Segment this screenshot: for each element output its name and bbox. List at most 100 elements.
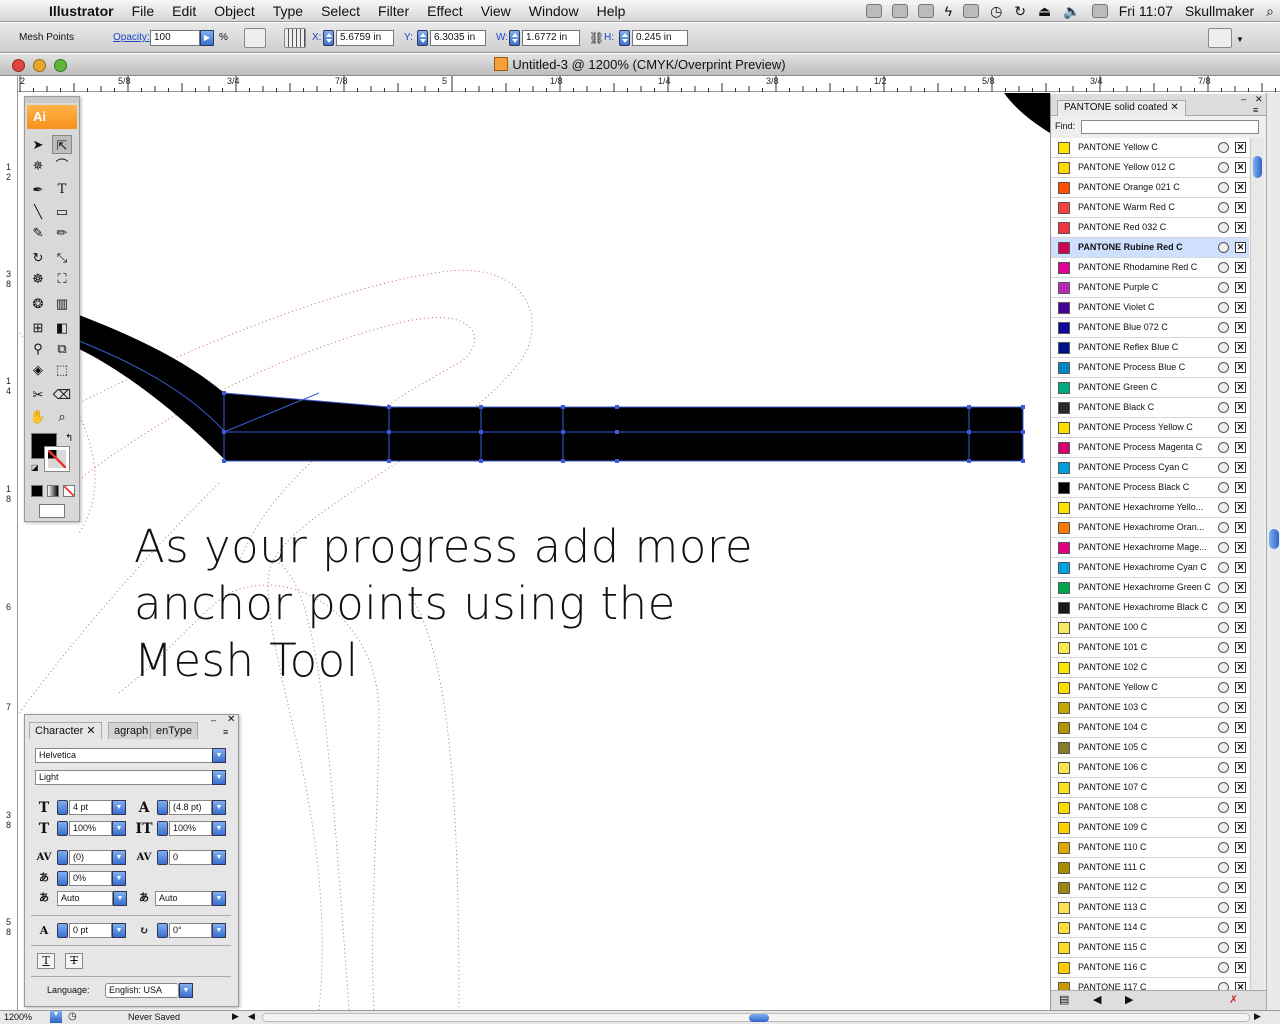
baseline-shift-input[interactable]: 0 pt [69, 923, 112, 938]
swatch-row[interactable]: PANTONE Yellow C ✕ [1051, 678, 1249, 698]
horizontal-scale-input[interactable]: 100% [69, 821, 112, 836]
zoom-dropdown-button[interactable]: ▼ [50, 1011, 62, 1023]
horizontal-scroll-thumb[interactable] [749, 1014, 769, 1022]
zoom-level-field[interactable]: 1200% [4, 1012, 32, 1022]
swatch-row[interactable]: PANTONE Rubine Red C ✕ [1051, 238, 1249, 258]
menu-select[interactable]: Select [312, 0, 369, 22]
swatch-row[interactable]: PANTONE Reflex Blue C ✕ [1051, 338, 1249, 358]
opacity-input[interactable]: 100 [150, 30, 200, 46]
swatch-row[interactable]: PANTONE Hexachrome Cyan C ✕ [1051, 558, 1249, 578]
mesh-tool-icon[interactable]: ⊞ [28, 318, 48, 337]
swatch-row[interactable]: PANTONE Process Magenta C ✕ [1051, 438, 1249, 458]
language-dropdown[interactable]: ▼ [179, 983, 193, 998]
menu-window[interactable]: Window [520, 0, 588, 22]
default-fill-stroke-icon[interactable]: ◪ [31, 463, 39, 472]
strikethrough-button[interactable]: T [65, 953, 83, 969]
color-mode-icon[interactable] [31, 485, 43, 497]
lasso-tool-icon[interactable]: ⌒ [52, 156, 72, 175]
vertical-scale-dropdown[interactable]: ▼ [212, 821, 226, 836]
menu-effect[interactable]: Effect [418, 0, 472, 22]
vertical-ruler[interactable]: 1 2 3 8 1 4 1 8 6 7 3 8 5 8 [0, 76, 18, 1011]
font-size-dropdown[interactable]: ▼ [112, 800, 126, 815]
swatch-row[interactable]: PANTONE Blue 072 C ✕ [1051, 318, 1249, 338]
swatch-row[interactable]: PANTONE 101 C ✕ [1051, 638, 1249, 658]
menu-object[interactable]: Object [205, 0, 263, 22]
font-family-field[interactable]: Helvetica [35, 748, 213, 763]
swatch-row[interactable]: PANTONE Purple C ✕ [1051, 278, 1249, 298]
kerning-dropdown[interactable]: ▼ [112, 850, 126, 865]
volume-icon[interactable]: 🔈 [1057, 3, 1086, 20]
x-stepper[interactable] [323, 30, 334, 46]
close-panel-icon[interactable]: ✕ [1255, 94, 1263, 105]
swatch-row[interactable]: PANTONE Hexachrome Green C ✕ [1051, 578, 1249, 598]
menu-clock[interactable]: Fri 11:07 [1113, 3, 1179, 19]
close-tab-icon[interactable]: ✕ [1170, 102, 1178, 113]
horizontal-ruler[interactable]: 2 5/8 3/4 7/8 5 1/8 1/4 3/8 1/2 5/8 3/4 … [18, 76, 1280, 92]
swatch-row[interactable]: PANTONE 103 C ✕ [1051, 698, 1249, 718]
eject-icon[interactable]: ⏏ [1032, 3, 1057, 20]
gradient-tool-icon[interactable]: ◧ [52, 318, 72, 337]
panel-menu-icon[interactable]: ≡ [223, 727, 228, 737]
tab-pantone-solid-coated[interactable]: PANTONE solid coated ✕ [1057, 100, 1186, 116]
swatch-row[interactable]: PANTONE 108 C ✕ [1051, 798, 1249, 818]
leading-input[interactable]: (4.8 pt) [169, 800, 212, 815]
horizontal-scale-stepper[interactable] [57, 821, 68, 836]
kerning-input[interactable]: (0) [69, 850, 112, 865]
swatch-library-menu-icon[interactable]: ▤ [1059, 993, 1069, 1006]
h-stepper[interactable] [619, 30, 630, 46]
horizontal-scrollbar[interactable] [262, 1013, 1250, 1022]
menu-user[interactable]: Skullmaker [1179, 3, 1260, 19]
aki-left-field[interactable]: Auto [57, 891, 113, 906]
warp-tool-icon[interactable]: ☸ [28, 269, 48, 288]
pen-tool-icon[interactable]: ✒ [28, 180, 48, 199]
free-transform-tool-icon[interactable]: ⛶ [52, 269, 72, 288]
swatch-row[interactable]: PANTONE 109 C ✕ [1051, 818, 1249, 838]
swatch-row[interactable]: PANTONE 110 C ✕ [1051, 838, 1249, 858]
pencil-tool-icon[interactable]: ✏ [52, 223, 72, 242]
swatch-row[interactable]: PANTONE Hexachrome Black C ✕ [1051, 598, 1249, 618]
swatch-row[interactable]: PANTONE 106 C ✕ [1051, 758, 1249, 778]
aki-right-field[interactable]: Auto [155, 891, 212, 906]
swatch-row[interactable]: PANTONE Hexachrome Yello... ✕ [1051, 498, 1249, 518]
swatch-row[interactable]: PANTONE 100 C ✕ [1051, 618, 1249, 638]
swatch-row[interactable]: PANTONE Process Blue C ✕ [1051, 358, 1249, 378]
swatch-row[interactable]: PANTONE Hexachrome Oran... ✕ [1051, 518, 1249, 538]
spaces-icon[interactable] [963, 4, 980, 18]
swatch-row[interactable]: PANTONE Process Cyan C ✕ [1051, 458, 1249, 478]
screen-mode-icon[interactable] [39, 504, 65, 518]
font-family-dropdown[interactable]: ▼ [212, 748, 226, 763]
tracking-dropdown[interactable]: ▼ [212, 850, 226, 865]
panel-drag-handle[interactable] [25, 97, 79, 103]
font-size-stepper[interactable] [57, 800, 68, 815]
menu-extra-icon[interactable] [891, 4, 908, 18]
hand-tool-icon[interactable]: ✋ [28, 407, 48, 426]
next-library-icon[interactable]: ▶ [1125, 993, 1133, 1006]
language-select[interactable]: English: USA [105, 983, 179, 998]
stroke-color-swatch[interactable] [44, 446, 70, 472]
close-panel-icon[interactable]: ✕ [227, 714, 235, 725]
underline-button[interactable]: T [37, 953, 55, 969]
direct-selection-tool-icon[interactable]: ⇱ [52, 135, 72, 154]
paintbrush-tool-icon[interactable]: ✎ [28, 223, 48, 242]
find-input[interactable] [1081, 120, 1259, 134]
swatch-row[interactable]: PANTONE 114 C ✕ [1051, 918, 1249, 938]
vertical-scale-input[interactable]: 100% [169, 821, 212, 836]
leading-dropdown[interactable]: ▼ [212, 800, 226, 815]
minimize-window-button[interactable] [33, 59, 46, 72]
menu-filter[interactable]: Filter [369, 0, 418, 22]
swatch-row[interactable]: PANTONE Black C ✕ [1051, 398, 1249, 418]
baseline-shift-dropdown[interactable]: ▼ [112, 923, 126, 938]
panel-menu-icon[interactable]: ≡ [1253, 105, 1258, 115]
tab-opentype[interactable]: enType [150, 722, 199, 739]
swatch-row[interactable]: PANTONE Process Black C ✕ [1051, 478, 1249, 498]
bolt-icon[interactable]: ϟ [939, 3, 958, 19]
swatch-row[interactable]: PANTONE Violet C ✕ [1051, 298, 1249, 318]
eyedropper-tool-icon[interactable]: ⚲ [28, 339, 48, 358]
rectangle-tool-icon[interactable]: ▭ [52, 202, 72, 221]
y-input[interactable]: 6.3035 in [430, 30, 486, 46]
swatch-row[interactable]: PANTONE 102 C ✕ [1051, 658, 1249, 678]
w-input[interactable]: 1.6772 in [522, 30, 580, 46]
zoom-window-button[interactable] [54, 59, 67, 72]
swatch-row[interactable]: PANTONE Yellow 012 C ✕ [1051, 158, 1249, 178]
swatch-row[interactable]: PANTONE Rhodamine Red C ✕ [1051, 258, 1249, 278]
